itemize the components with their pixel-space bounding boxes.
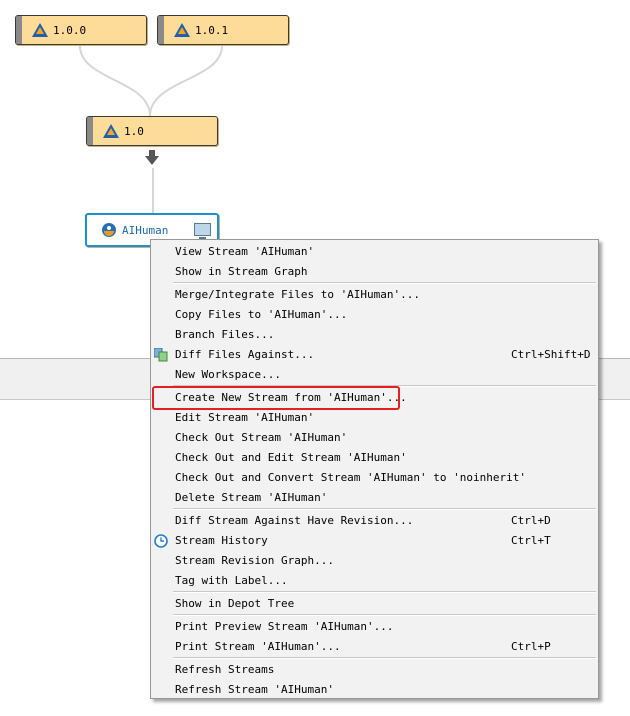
menu-item-print-preview-stream-aihuman[interactable]: Print Preview Stream 'AIHuman'...: [151, 617, 598, 637]
release-stream-icon: [103, 124, 119, 138]
node-bar: [87, 117, 93, 145]
menu-item-label: Refresh Stream 'AIHuman': [175, 683, 334, 696]
menu-item-diff-stream-against-have-revision[interactable]: Diff Stream Against Have Revision... Ctrl…: [151, 511, 598, 531]
menu-item-branch-files[interactable]: Branch Files...: [151, 325, 598, 345]
merge-down-arrow-icon: [145, 150, 159, 165]
menu-item-label: View Stream 'AIHuman': [175, 245, 315, 258]
menu-separator: [173, 508, 596, 510]
menu-item-check-out-and-edit-stream-aihuman[interactable]: Check Out and Edit Stream 'AIHuman': [151, 448, 598, 468]
menu-item-delete-stream-aihuman[interactable]: Delete Stream 'AIHuman': [151, 488, 598, 508]
menu-item-stream-history[interactable]: Stream History Ctrl+T: [151, 531, 598, 551]
node-label: 1.0.1: [195, 23, 229, 37]
workspace-monitor-icon: [194, 223, 211, 239]
menu-item-check-out-stream-aihuman[interactable]: Check Out Stream 'AIHuman': [151, 428, 598, 448]
menu-item-show-in-stream-graph[interactable]: Show in Stream Graph: [151, 262, 598, 282]
menu-item-label: Check Out Stream 'AIHuman': [175, 431, 348, 444]
menu-item-tag-with-label[interactable]: Tag with Label...: [151, 571, 598, 591]
stream-node-1-0-1[interactable]: 1.0.1: [157, 15, 289, 45]
menu-item-label: New Workspace...: [175, 368, 281, 381]
menu-item-label: Merge/Integrate Files to 'AIHuman'...: [175, 288, 421, 301]
menu-item-label: Print Stream 'AIHuman'...: [175, 640, 341, 653]
menu-item-label: Print Preview Stream 'AIHuman'...: [175, 620, 394, 633]
menu-item-label: Tag with Label...: [175, 574, 288, 587]
menu-item-label: Diff Files Against...: [175, 348, 315, 361]
stream-node-1-0-0[interactable]: 1.0.0: [15, 15, 147, 45]
menu-item-check-out-and-convert-stream-aihuman-to-noinherit[interactable]: Check Out and Convert Stream 'AIHuman' t…: [151, 468, 598, 488]
menu-item-copy-files-to-aihuman[interactable]: Copy Files to 'AIHuman'...: [151, 305, 598, 325]
release-stream-icon: [174, 23, 190, 37]
menu-item-shortcut: Ctrl+P: [511, 640, 551, 653]
menu-item-label: Diff Stream Against Have Revision...: [175, 514, 414, 527]
stream-node-1-0[interactable]: 1.0: [86, 116, 218, 146]
menu-item-label: Show in Stream Graph: [175, 265, 308, 278]
node-label: 1.0: [124, 124, 144, 138]
menu-item-shortcut: Ctrl+D: [511, 514, 551, 527]
menu-separator: [173, 657, 596, 659]
menu-item-label: Show in Depot Tree: [175, 597, 295, 610]
node-bar: [16, 16, 22, 44]
menu-item-label: Branch Files...: [175, 328, 275, 341]
menu-item-refresh-stream-aihuman[interactable]: Refresh Stream 'AIHuman': [151, 680, 598, 700]
menu-item-label: Edit Stream 'AIHuman': [175, 411, 315, 424]
menu-item-edit-stream-aihuman[interactable]: Edit Stream 'AIHuman': [151, 408, 598, 428]
node-label: AIHuman: [122, 223, 169, 237]
menu-separator: [173, 385, 596, 387]
menu-item-view-stream-aihuman[interactable]: View Stream 'AIHuman': [151, 242, 598, 262]
clock-icon: [154, 534, 168, 548]
menu-item-create-new-stream-from-aihuman[interactable]: Create New Stream from 'AIHuman'...: [151, 388, 598, 408]
menu-separator: [173, 591, 596, 593]
menu-item-new-workspace[interactable]: New Workspace...: [151, 365, 598, 385]
menu-item-shortcut: Ctrl+Shift+D: [511, 348, 591, 361]
menu-item-shortcut: Ctrl+T: [511, 534, 551, 547]
menu-item-label: Refresh Streams: [175, 663, 275, 676]
menu-separator: [173, 282, 596, 284]
node-label: 1.0.0: [53, 23, 87, 37]
menu-item-label: Copy Files to 'AIHuman'...: [175, 308, 348, 321]
menu-item-merge-integrate-files-to-aihuman[interactable]: Merge/Integrate Files to 'AIHuman'...: [151, 285, 598, 305]
menu-item-label: Check Out and Edit Stream 'AIHuman': [175, 451, 407, 464]
menu-item-stream-revision-graph[interactable]: Stream Revision Graph...: [151, 551, 598, 571]
diff-files-icon: [153, 347, 168, 362]
menu-item-show-in-depot-tree[interactable]: Show in Depot Tree: [151, 594, 598, 614]
release-stream-icon: [32, 23, 48, 37]
menu-item-refresh-streams[interactable]: Refresh Streams: [151, 660, 598, 680]
dev-stream-icon: [102, 223, 116, 237]
menu-item-label: Check Out and Convert Stream 'AIHuman' t…: [175, 471, 526, 484]
menu-item-diff-files-against[interactable]: Diff Files Against... Ctrl+Shift+D: [151, 345, 598, 365]
context-menu: View Stream 'AIHuman' Show in Stream Grap…: [150, 239, 599, 699]
menu-item-label: Stream History: [175, 534, 268, 547]
menu-item-label: Create New Stream from 'AIHuman'...: [175, 391, 407, 404]
menu-item-label: Stream Revision Graph...: [175, 554, 334, 567]
node-bar: [158, 16, 164, 44]
menu-item-print-stream-aihuman[interactable]: Print Stream 'AIHuman'... Ctrl+P: [151, 637, 598, 657]
menu-separator: [173, 614, 596, 616]
menu-item-label: Delete Stream 'AIHuman': [175, 491, 328, 504]
